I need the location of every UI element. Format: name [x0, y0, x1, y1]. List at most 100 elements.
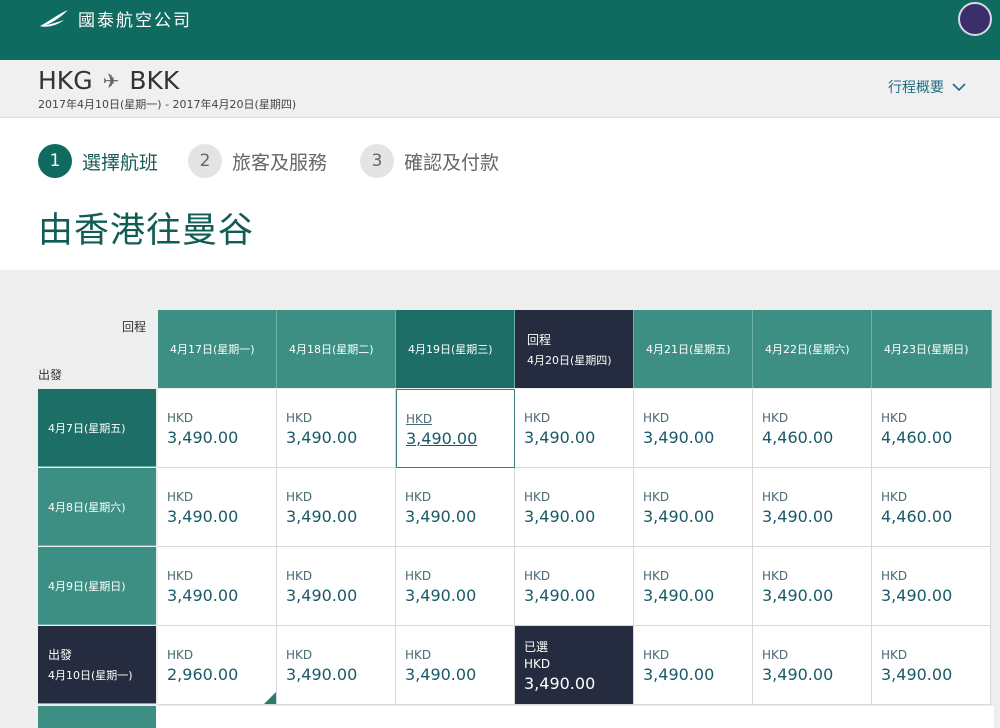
return-date-header[interactable]: 4月21日(星期五)	[634, 310, 753, 388]
fare-currency: HKD	[762, 569, 789, 583]
fare-cell[interactable]: HKD 3,490.00	[515, 468, 634, 547]
next-row-partial	[38, 706, 994, 728]
fare-currency: HKD	[405, 648, 432, 662]
fare-cell[interactable]: HKD 3,490.00	[396, 547, 515, 626]
return-date-label: 4月19日(星期三)	[408, 343, 493, 356]
return-date-header[interactable]: 回程 4月20日(星期四)	[515, 310, 634, 388]
fare-cell[interactable]: HKD 3,490.00	[277, 626, 396, 705]
fare-currency: HKD	[524, 411, 551, 425]
fare-amount: 3,490.00	[643, 586, 715, 605]
depart-date-label: 4月8日(星期六)	[48, 500, 126, 514]
fare-currency: HKD	[167, 411, 194, 425]
fare-cell[interactable]: HKD 3,490.00	[753, 547, 872, 626]
origin-code: HKG	[38, 66, 93, 95]
fare-currency: HKD	[881, 490, 908, 504]
top-header: 國泰航空公司	[0, 0, 1000, 60]
depart-axis-label: 出發	[38, 368, 63, 382]
fare-cell[interactable]: HKD 3,490.00	[634, 626, 753, 705]
fare-currency: HKD	[524, 569, 551, 583]
route-title: HKG ✈ BKK	[38, 66, 179, 95]
depart-date-label: 4月9日(星期日)	[48, 579, 126, 593]
fare-amount: 3,490.00	[881, 586, 953, 605]
fare-currency: HKD	[881, 411, 908, 425]
return-date-header[interactable]: 4月22日(星期六)	[753, 310, 872, 388]
fare-amount: 3,490.00	[286, 507, 358, 526]
fare-currency: HKD	[286, 648, 313, 662]
step-confirm-payment[interactable]: 3 確認及付款	[360, 144, 499, 178]
user-avatar[interactable]	[958, 2, 992, 36]
fare-cell[interactable]: HKD 3,490.00	[158, 389, 277, 468]
return-date-header[interactable]: 4月19日(星期三)	[396, 310, 515, 388]
step-select-flight[interactable]: 1 選擇航班	[38, 144, 158, 178]
fare-amount: 3,490.00	[405, 507, 477, 526]
fare-amount: 3,490.00	[762, 665, 834, 684]
fare-cell[interactable]: HKD 3,490.00	[634, 547, 753, 626]
fare-currency: HKD	[762, 648, 789, 662]
fare-amount: 3,490.00	[881, 665, 953, 684]
fare-amount: 3,490.00	[524, 586, 596, 605]
depart-tag: 出發	[48, 648, 73, 662]
fare-cell[interactable]: HKD 3,490.00	[515, 547, 634, 626]
depart-date-header[interactable]: 4月7日(星期五)	[38, 389, 156, 467]
depart-date-label: 4月7日(星期五)	[48, 421, 126, 435]
return-tag: 回程	[527, 332, 552, 347]
fare-currency: HKD	[167, 569, 194, 583]
fare-cell[interactable]: HKD 3,490.00	[396, 468, 515, 547]
fare-cell[interactable]: HKD 2,960.00	[158, 626, 277, 705]
step-number: 1	[38, 144, 72, 178]
fare-currency: HKD	[524, 490, 551, 504]
fare-currency: HKD	[643, 490, 670, 504]
fare-cell[interactable]: HKD 3,490.00	[634, 389, 753, 468]
fare-currency: HKD	[643, 411, 670, 425]
fare-cell[interactable]: HKD 3,490.00	[158, 547, 277, 626]
fare-amount: 4,460.00	[881, 507, 953, 526]
depart-date-header[interactable]: 出發 4月10日(星期一)	[38, 626, 156, 704]
fare-cell[interactable]: HKD 3,490.00	[277, 468, 396, 547]
fare-cell[interactable]: HKD 4,460.00	[753, 389, 872, 468]
fare-amount: 4,460.00	[881, 428, 953, 447]
return-date-header[interactable]: 4月23日(星期日)	[872, 310, 992, 388]
fare-currency: HKD	[881, 569, 908, 583]
return-date-label: 4月17日(星期一)	[170, 343, 255, 356]
step-number: 3	[360, 144, 394, 178]
fare-cell[interactable]: HKD 4,460.00	[872, 389, 991, 468]
route-summary-bar: HKG ✈ BKK 2017年4月10日(星期一) - 2017年4月20日(星…	[0, 60, 1000, 118]
fare-amount: 3,490.00	[167, 586, 239, 605]
fare-amount: 3,490.00	[286, 428, 358, 447]
depart-date-header[interactable]: 4月8日(星期六)	[38, 468, 156, 546]
fare-cell[interactable]: HKD 3,490.00	[158, 468, 277, 547]
fare-cell[interactable]: HKD 3,490.00	[872, 626, 991, 705]
fare-cell[interactable]: HKD 3,490.00	[872, 547, 991, 626]
airline-logo[interactable]: 國泰航空公司	[38, 6, 192, 31]
return-date-label: 4月23日(星期日)	[884, 343, 969, 356]
fare-cell[interactable]: HKD 3,490.00	[277, 389, 396, 468]
return-date-label: 4月22日(星期六)	[765, 343, 850, 356]
fare-cell[interactable]: HKD 3,490.00	[753, 468, 872, 547]
fare-cell[interactable]: 已選 HKD 3,490.00	[515, 626, 634, 705]
step-number: 2	[188, 144, 222, 178]
fare-currency: HKD	[167, 648, 194, 662]
fare-cell[interactable]: HKD 3,490.00	[753, 626, 872, 705]
airline-name: 國泰航空公司	[78, 11, 192, 31]
summary-label: 行程概要	[888, 80, 944, 96]
fare-cell[interactable]: HKD 3,490.00	[634, 468, 753, 547]
itinerary-summary-toggle[interactable]: 行程概要	[888, 77, 966, 97]
fare-currency: HKD	[762, 411, 789, 425]
fare-cell[interactable]: HKD 3,490.00	[396, 626, 515, 705]
brushwing-logo-icon	[40, 9, 68, 27]
step-passengers-services[interactable]: 2 旅客及服務	[188, 144, 327, 178]
fare-cell[interactable]: HKD 3,490.00	[277, 547, 396, 626]
return-date-header[interactable]: 4月17日(星期一)	[158, 310, 277, 388]
step-label: 旅客及服務	[232, 151, 328, 174]
fare-cell[interactable]: HKD 3,490.00	[515, 389, 634, 468]
destination-code: BKK	[129, 66, 180, 95]
return-date-label: 4月20日(星期四)	[527, 353, 612, 367]
fare-amount: 3,490.00	[762, 507, 834, 526]
fare-cell[interactable]: HKD 4,460.00	[872, 468, 991, 547]
row-header-partial	[38, 706, 156, 728]
fare-currency: HKD	[286, 411, 313, 425]
return-date-header[interactable]: 4月18日(星期二)	[277, 310, 396, 388]
fare-currency: HKD	[881, 648, 908, 662]
depart-date-header[interactable]: 4月9日(星期日)	[38, 547, 156, 625]
fare-cell[interactable]: HKD 3,490.00	[396, 389, 515, 468]
